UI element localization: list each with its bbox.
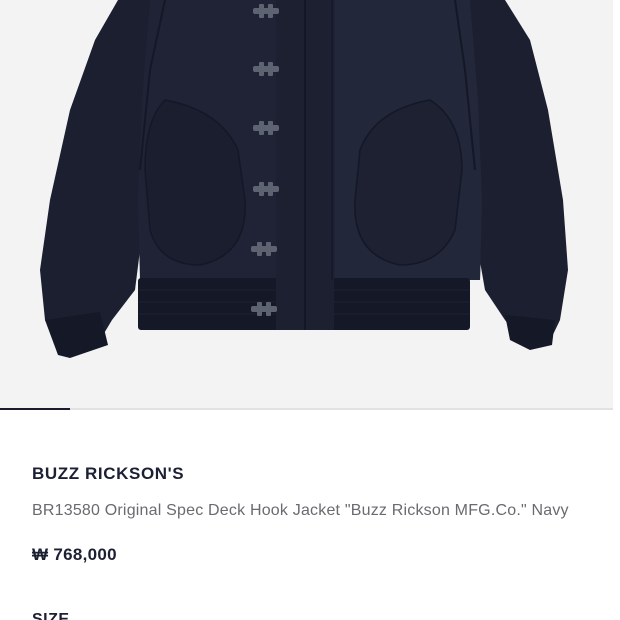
product-info: BUZZ RICKSON'S BR13580 Original Spec Dec… — [32, 462, 592, 567]
jacket-illustration — [40, 0, 568, 358]
product-price: ₩ 768,000 — [32, 545, 117, 564]
jacket-right-cuff — [505, 315, 555, 350]
product-image[interactable] — [0, 0, 613, 408]
product-detail-page: BUZZ RICKSON'S BR13580 Original Spec Dec… — [0, 0, 620, 620]
brand-name[interactable]: BUZZ RICKSON'S — [32, 462, 592, 486]
image-carousel-progress-fill — [0, 408, 71, 410]
jacket-left-cuff — [45, 312, 108, 358]
product-title: BR13580 Original Spec Deck Hook Jacket "… — [32, 502, 569, 519]
size-label: SIZE — [32, 611, 70, 620]
image-carousel-progress[interactable] — [0, 408, 613, 410]
